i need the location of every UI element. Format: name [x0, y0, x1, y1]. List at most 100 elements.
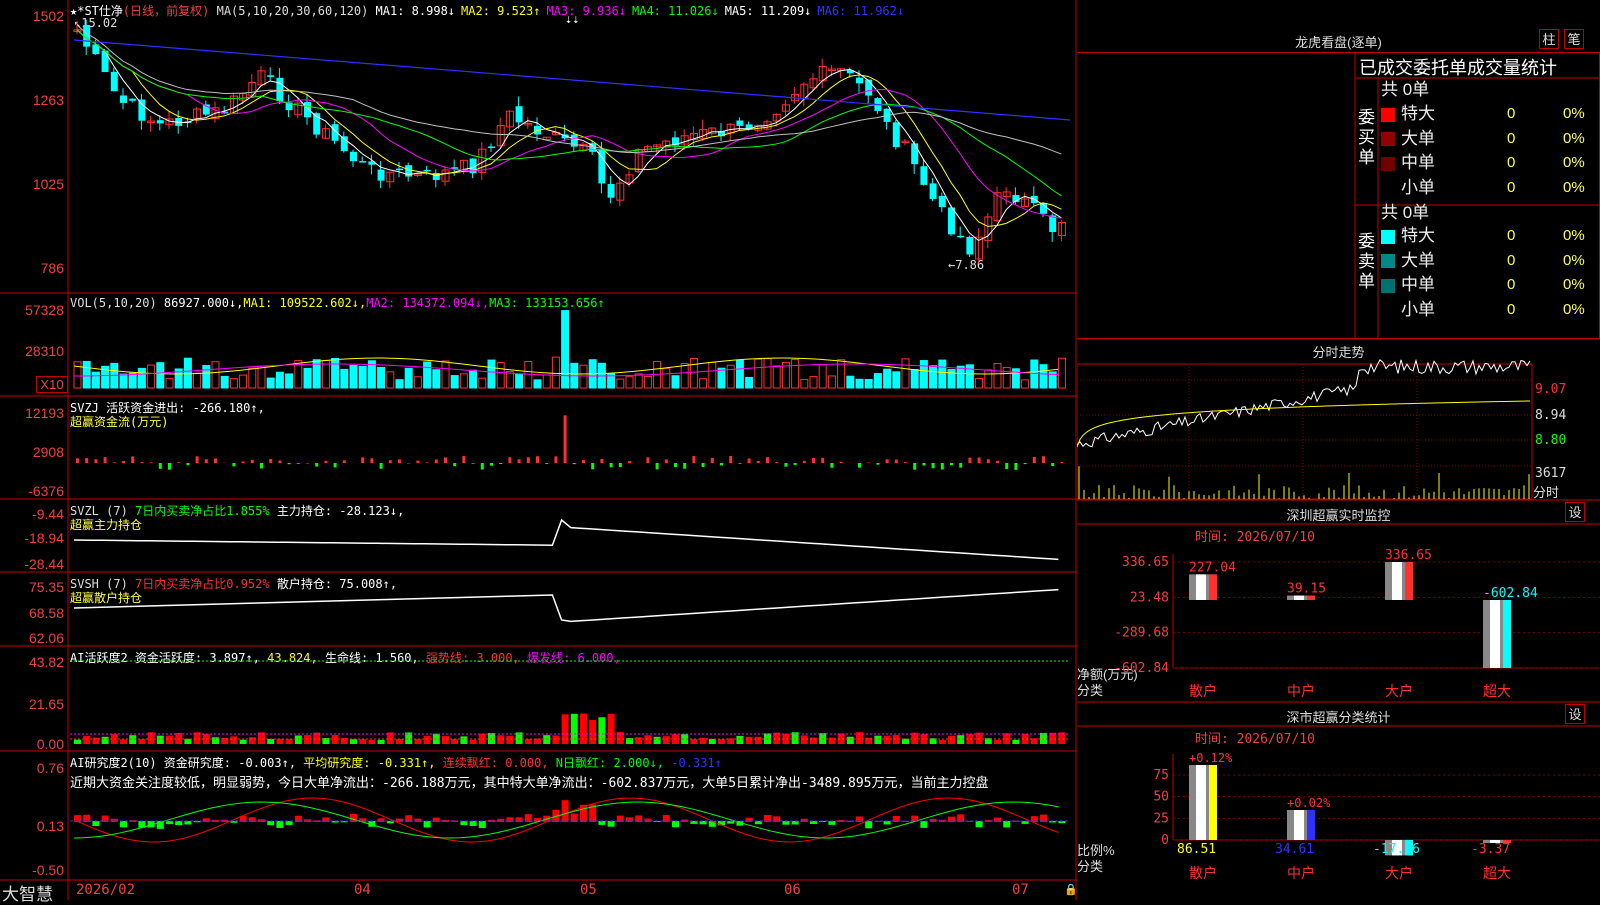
volume-bar [819, 365, 826, 388]
svzj-bar [232, 463, 235, 466]
category-label: 散户 [1189, 683, 1217, 699]
svsh-line [74, 590, 1058, 622]
ai2-bar [120, 821, 127, 827]
ai1-bar [286, 739, 293, 744]
svzj-bar [508, 457, 511, 463]
volume-bar [902, 359, 909, 388]
kline-candle [957, 236, 964, 238]
ai1-bar [1012, 740, 1019, 744]
svzj-bar [462, 456, 465, 463]
ai2-bar [884, 821, 891, 824]
volume-bar [267, 378, 274, 388]
svzj-bar [85, 458, 88, 463]
svzj-bar [582, 460, 585, 463]
svzj-bar [978, 457, 981, 463]
volume-bar [460, 374, 467, 388]
svzj-bar [794, 463, 797, 465]
data-bar-highlight [1196, 765, 1206, 840]
svzj-bar [702, 463, 705, 467]
svzj-bar [536, 456, 539, 463]
kline-candle [304, 102, 311, 117]
svzj-bar [665, 459, 668, 463]
volume-bar [681, 363, 688, 388]
svzj-bar [389, 460, 392, 463]
kline-candle [506, 111, 513, 127]
volume-bar [810, 377, 817, 388]
class-title: 深市超赢分类统计 [1077, 707, 1600, 726]
ai2-bar [865, 821, 872, 828]
svzj-bar [278, 460, 281, 463]
ai1-bar [442, 736, 449, 744]
axis-tick-label: -289.68 [1114, 626, 1169, 641]
kline-chart[interactable] [0, 0, 1077, 900]
kline-candle [120, 96, 127, 103]
ai1-bar [83, 736, 90, 744]
kline-candle [341, 136, 348, 151]
svzj-bar [830, 463, 833, 468]
kline-candle [378, 170, 385, 181]
volume-bar [470, 370, 477, 388]
ai1-bar [396, 739, 403, 744]
ai2-bar [184, 821, 191, 824]
volume-bar [1022, 380, 1029, 388]
svzj-bar [343, 460, 346, 463]
ai1-bar [874, 736, 881, 744]
axis-tick-label: 50 [1153, 790, 1169, 805]
svzj-bar [168, 463, 171, 470]
volume-bar [718, 368, 725, 388]
kline-candle [111, 72, 118, 91]
svzj-bar [600, 459, 603, 463]
svzj-bar [288, 463, 291, 464]
volume-bar [1058, 358, 1065, 388]
ai2-bar [111, 819, 118, 822]
monitor-settings-button[interactable]: 设 [1565, 502, 1585, 522]
ai1-bar [295, 735, 302, 744]
volume-bar [442, 361, 449, 388]
ai1-bar [460, 736, 467, 744]
monitor-chart[interactable]: 336.6523.48-289.68-602.84227.04散户39.15中户… [1077, 524, 1600, 702]
kline-candle [608, 184, 615, 198]
class-chart[interactable]: 755025086.51+0.12%散户34.61+0.02%中户-17.76大… [1077, 726, 1600, 900]
volume-bar [479, 378, 486, 388]
svzj-bar [720, 463, 723, 465]
svzj-bar [269, 459, 272, 463]
svzj-bar [205, 459, 208, 463]
volume-bar [359, 366, 366, 388]
ai2-bar [930, 819, 937, 822]
data-bar-highlight [1196, 574, 1206, 600]
svzj-bar [564, 415, 567, 463]
ai2-bar [1003, 821, 1010, 827]
volume-bar [322, 360, 329, 388]
volume-bar [801, 379, 808, 388]
kline-candle [488, 146, 495, 148]
ai1-bar [166, 736, 173, 744]
kline-candle [920, 166, 927, 185]
svzj-bar [968, 458, 971, 463]
kline-candle [948, 207, 955, 234]
svzj-bar [361, 457, 364, 463]
volume-bar [893, 372, 900, 388]
ai1-bar [497, 735, 504, 744]
svzj-bar [646, 457, 649, 463]
volume-bar [341, 369, 348, 388]
svzj-bar [527, 457, 530, 463]
volume-bar [690, 358, 697, 388]
volume-bar [387, 372, 394, 388]
volume-bar [230, 379, 237, 388]
category-label: 大户 [1385, 865, 1413, 881]
kline-candle [930, 183, 937, 199]
ai1-bar [249, 737, 256, 744]
class-settings-button[interactable]: 设 [1565, 704, 1585, 724]
volume-bar [1040, 365, 1047, 388]
data-bar-accent [1209, 765, 1217, 840]
volume-bar [194, 373, 201, 388]
ai2-bar [828, 821, 835, 825]
kline-candle [893, 122, 900, 147]
svzj-bar [941, 463, 944, 470]
volume-bar [286, 374, 293, 388]
main-chart-area[interactable]: 1502 1263 1025 786 57328 28310 X10 12193… [0, 0, 1077, 900]
svzj-bar [334, 463, 337, 467]
volume-bar [746, 377, 753, 388]
ai1-bar [157, 736, 164, 744]
ma-line [77, 30, 1061, 241]
